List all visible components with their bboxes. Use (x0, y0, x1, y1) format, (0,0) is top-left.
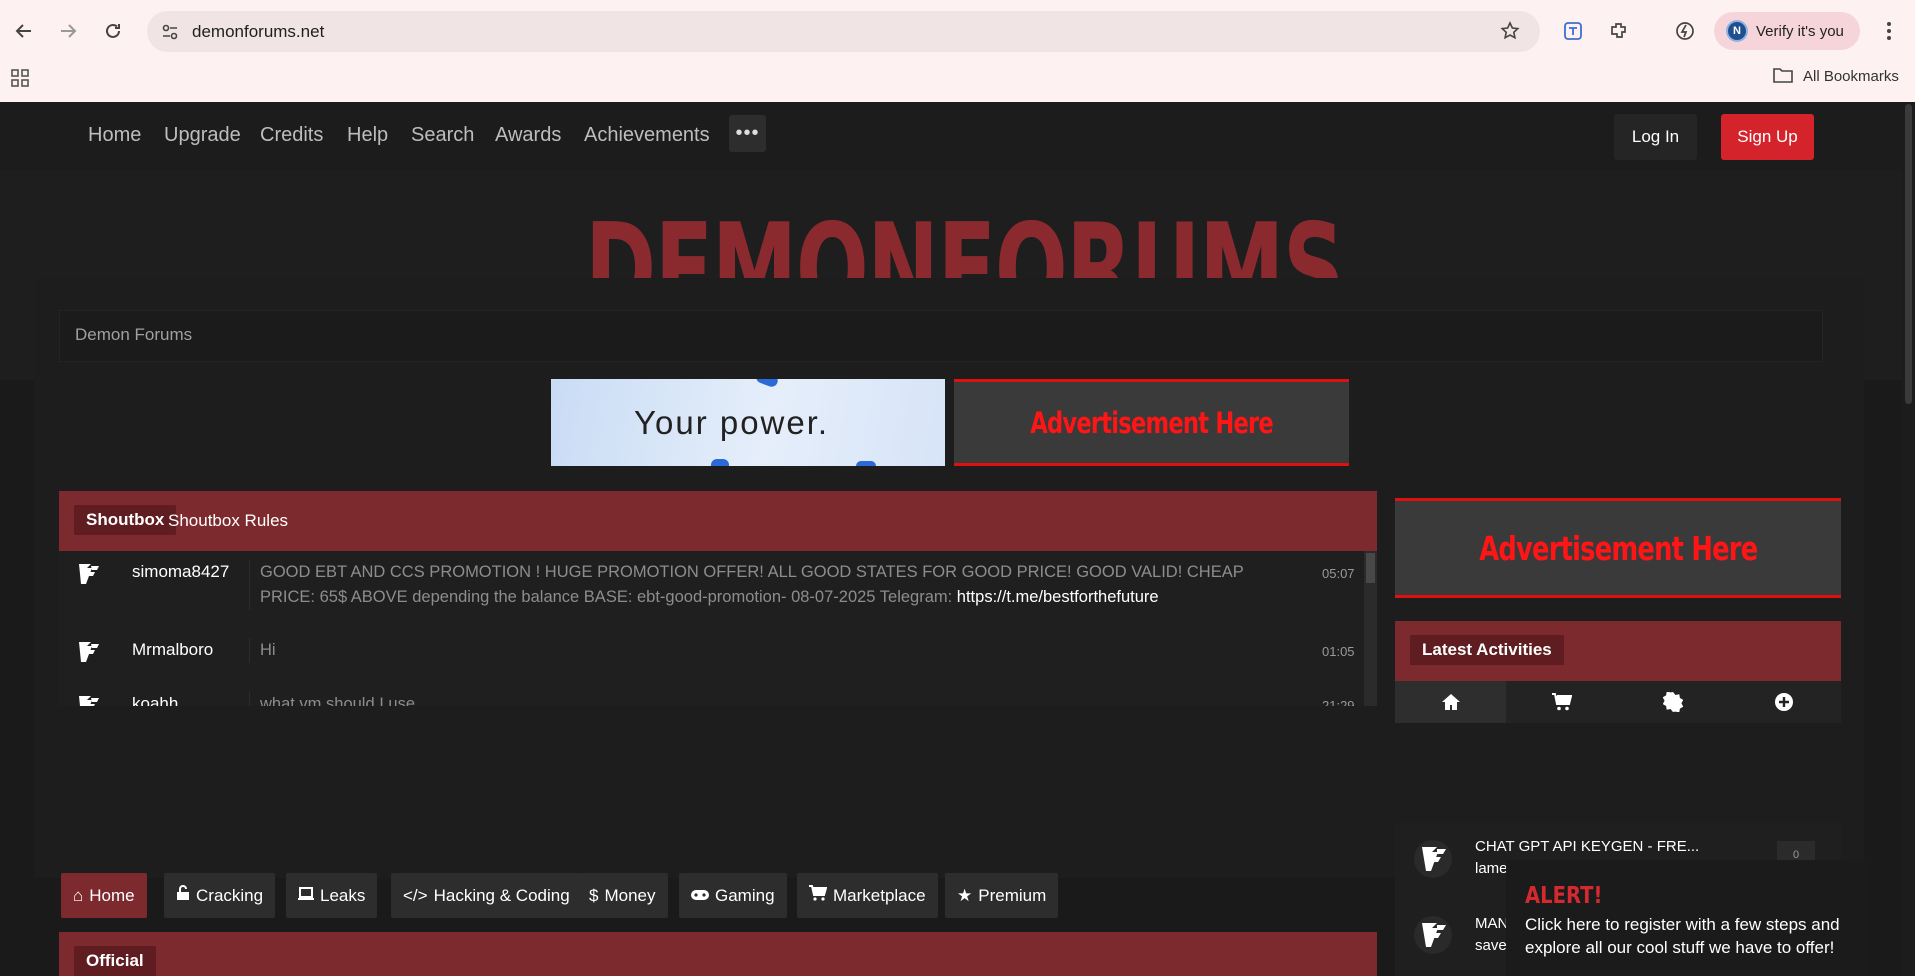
activity-title[interactable]: MAN (1475, 915, 1508, 932)
forward-icon[interactable] (52, 15, 84, 47)
shoutbox-text: GOOD EBT AND CCS PROMOTION ! HUGE PROMOT… (249, 560, 1274, 610)
breadcrumb: Demon Forums (59, 310, 1823, 362)
shoutbox-username[interactable]: simoma8427 (132, 562, 229, 582)
shoutbox-text: Hi (249, 638, 1274, 663)
shoutbox-username[interactable]: Mrmalboro (132, 640, 213, 660)
nav-home[interactable]: Home (88, 124, 141, 147)
profile-avatar: N (1726, 20, 1748, 42)
ad-slot-text: Advertisement Here (1030, 405, 1274, 440)
shoutbox-message: Mrmalboro Hi 01:05 (59, 628, 1364, 682)
plus-circle-icon (1774, 693, 1793, 711)
ad-slot-top[interactable]: Advertisement Here (954, 379, 1349, 466)
extensions-puzzle-icon[interactable] (1603, 15, 1635, 47)
performance-icon[interactable] (1669, 15, 1701, 47)
alert-title: ALERT! (1525, 883, 1603, 909)
star-icon: ★ (957, 885, 973, 905)
category-home-button[interactable]: ⌂ Home (61, 873, 147, 918)
unlock-icon (176, 885, 190, 906)
category-premium-button[interactable]: ★ Premium (945, 873, 1059, 918)
page-scrollbar[interactable] (1902, 102, 1915, 976)
shoutbox-message: koahh what vm should I use 21:29 (59, 682, 1364, 706)
shoutbox-time: 21:29 (1322, 698, 1355, 706)
activity-author[interactable]: lame (1475, 860, 1508, 877)
address-bar[interactable]: demonforums.net (147, 11, 1540, 52)
back-icon[interactable] (8, 15, 40, 47)
browser-menu-icon[interactable] (1873, 15, 1905, 47)
ad-power-text: Your power. (634, 404, 830, 441)
latest-activities-title: Latest Activities (1410, 635, 1564, 665)
register-alert-popup[interactable]: ALERT! Click here to register with a few… (1506, 860, 1866, 976)
extension-translate-icon[interactable] (1557, 15, 1589, 47)
category-cracking-button[interactable]: Cracking (164, 873, 276, 918)
shoutbox-time: 05:07 (1322, 566, 1355, 581)
site-info-icon[interactable] (160, 22, 180, 47)
la-tab-new[interactable] (1728, 681, 1839, 723)
activity-title[interactable]: CHAT GPT API KEYGEN - FRE... (1475, 838, 1699, 855)
official-section-header: Official (59, 932, 1377, 976)
category-marketplace-button[interactable]: Marketplace (797, 873, 938, 918)
latest-activities-tabs (1395, 681, 1841, 723)
df-logo-icon (1414, 916, 1452, 954)
category-money-button[interactable]: $ Money (577, 873, 668, 918)
login-button[interactable]: Log In (1614, 114, 1697, 160)
df-logo-icon (79, 642, 99, 662)
official-tab[interactable]: Official (74, 946, 156, 976)
shoutbox-scrollbar[interactable] (1364, 551, 1377, 706)
category-hacking-coding-button[interactable]: </> Hacking & Coding (391, 873, 582, 918)
shoutbox-telegram-link[interactable]: https://t.me/bestforthefuture (957, 588, 1159, 606)
dollar-icon: $ (589, 885, 599, 905)
verify-profile-button[interactable]: N Verify it's you (1714, 12, 1860, 50)
ad-slot-text: Advertisement Here (1478, 528, 1758, 568)
badge-icon (1662, 692, 1683, 712)
cart-icon (809, 885, 828, 906)
latest-activities-header: Latest Activities (1395, 621, 1841, 681)
la-tab-awards[interactable] (1617, 681, 1728, 723)
shoutbox-text: what vm should I use (249, 692, 1274, 706)
reload-icon[interactable] (97, 15, 129, 47)
shoutbox-header: Shoutbox Shoutbox Rules (59, 491, 1377, 551)
top-nav: Home Upgrade Credits Help Search Awards … (0, 102, 1915, 170)
url-text: demonforums.net (192, 22, 325, 41)
activity-author[interactable]: save (1475, 937, 1507, 954)
laptop-icon (298, 886, 314, 906)
all-bookmarks-link[interactable]: All Bookmarks (1803, 68, 1899, 85)
la-tab-home[interactable] (1395, 681, 1506, 723)
cart-icon (1551, 693, 1572, 711)
folder-icon (1772, 66, 1794, 89)
home-icon: ⌂ (73, 885, 84, 905)
alert-text: Click here to register with a few steps … (1525, 915, 1840, 957)
category-leaks-button[interactable]: Leaks (286, 873, 378, 918)
gamepad-icon (691, 886, 709, 906)
df-logo-icon (79, 696, 99, 706)
signup-button[interactable]: Sign Up (1721, 114, 1814, 160)
shoutbox-rules-link[interactable]: Shoutbox Rules (168, 511, 288, 531)
shoutbox-messages[interactable]: simoma8427 GOOD EBT AND CCS PROMOTION ! … (59, 551, 1377, 706)
apps-grid-icon[interactable] (4, 62, 36, 94)
ad-banner-power[interactable]: Your power. (551, 379, 945, 466)
ad-slot-sidebar[interactable]: Advertisement Here (1395, 498, 1841, 598)
nav-awards[interactable]: Awards (495, 124, 561, 147)
shoutbox-username[interactable]: koahh (132, 694, 178, 706)
la-tab-marketplace[interactable] (1506, 681, 1617, 723)
breadcrumb-home-link[interactable]: Demon Forums (75, 325, 192, 345)
browser-toolbar: demonforums.net N Verify it's you All Bo… (0, 0, 1915, 102)
nav-help[interactable]: Help (347, 124, 388, 147)
verify-label: Verify it's you (1756, 22, 1844, 40)
shoutbox-message: simoma8427 GOOD EBT AND CCS PROMOTION ! … (59, 551, 1364, 628)
code-icon: </> (403, 885, 428, 905)
more-menu-button[interactable]: ••• (729, 115, 766, 152)
df-logo-icon (79, 564, 99, 584)
bookmark-star-icon[interactable] (1500, 21, 1520, 46)
nav-achievements[interactable]: Achievements (584, 124, 710, 147)
nav-credits[interactable]: Credits (260, 124, 323, 147)
shoutbox-tab[interactable]: Shoutbox (74, 505, 177, 535)
nav-upgrade[interactable]: Upgrade (164, 124, 241, 147)
df-logo-icon (1414, 840, 1452, 878)
shoutbox-time: 01:05 (1322, 644, 1355, 659)
nav-search[interactable]: Search (411, 124, 474, 147)
category-gaming-button[interactable]: Gaming (679, 873, 787, 918)
home-icon (1441, 694, 1460, 710)
